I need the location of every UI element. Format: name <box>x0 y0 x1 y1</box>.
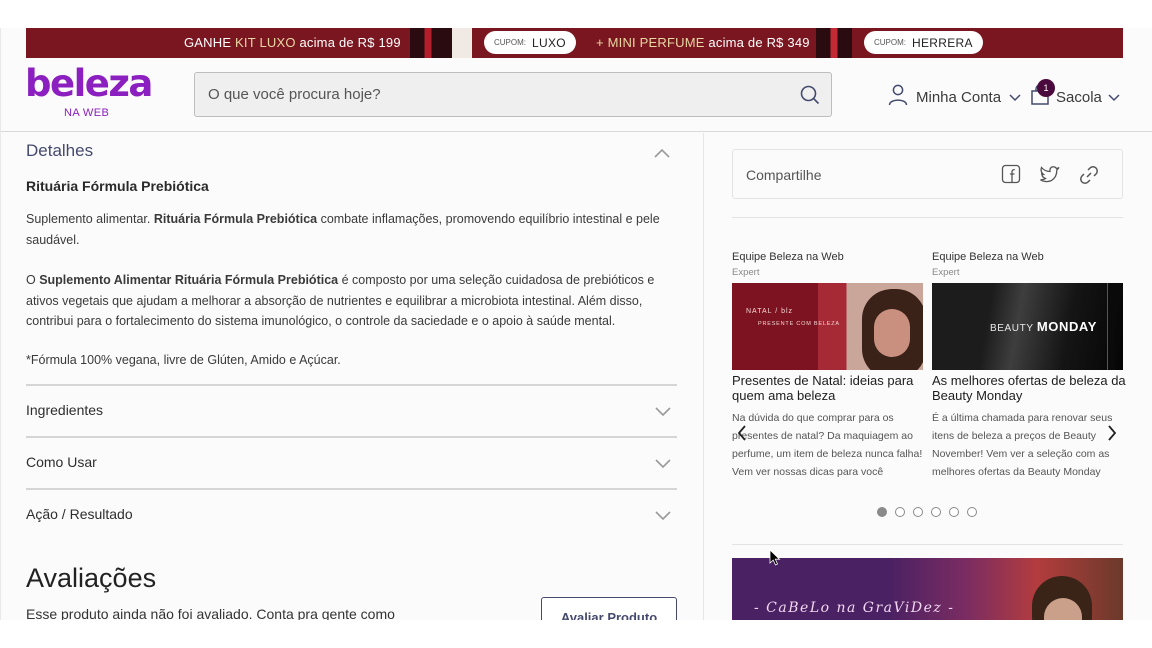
card-photo-product <box>1107 283 1115 370</box>
bag-count-badge: 1 <box>1037 79 1055 97</box>
promo-text: GANHE <box>184 35 236 50</box>
search-bar[interactable] <box>194 72 832 117</box>
card-image[interactable]: NATAL / blz PRESENTE COM BELEZA <box>732 283 923 370</box>
chevron-left-icon[interactable] <box>737 425 747 446</box>
account-label: Minha Conta <box>916 88 1002 106</box>
card-excerpt: Na dúvida do que comprar para os present… <box>732 412 923 478</box>
product-name: Rituária Fórmula Prebiótica <box>26 178 209 194</box>
hair-pregnancy-banner[interactable]: - CaBeLo na GraViDez - <box>732 558 1123 620</box>
description-bold: Suplemento Alimentar Rituária Fórmula Pr… <box>39 273 339 287</box>
description-text: O <box>26 273 40 287</box>
blog-card[interactable]: Equipe Beleza na Web Expert BEAUTY MONDA… <box>932 251 1126 478</box>
reviews-heading: Avaliações <box>26 563 157 593</box>
promo-highlight: + MINI PERFUME <box>596 35 705 50</box>
card-image-caption-part: BEAUTY <box>990 323 1037 334</box>
card-role: Expert <box>732 267 760 278</box>
coupon-badge[interactable]: CUPOM: HERRERA <box>864 31 983 54</box>
carousel-dot[interactable] <box>895 507 905 517</box>
description-bold: Rituária Fórmula Prebiótica <box>153 212 318 226</box>
promo-banner[interactable]: GANHE KIT LUXO acima de R$ 199 CUPOM: LUX… <box>26 28 1123 58</box>
chevron-down-icon <box>655 456 671 474</box>
blog-card[interactable]: Equipe Beleza na Web Expert NATAL / blz … <box>732 251 923 478</box>
search-input[interactable] <box>208 86 768 103</box>
details-heading[interactable]: Detalhes <box>26 141 93 161</box>
chevron-right-icon[interactable] <box>1107 425 1117 446</box>
card-author: Equipe Beleza na Web <box>732 251 844 263</box>
bag-label: Sacola <box>1056 88 1102 106</box>
carousel-dot[interactable] <box>931 507 941 517</box>
accordion-como-usar[interactable]: Como Usar <box>26 436 677 488</box>
share-label: Compartilhe <box>746 167 822 183</box>
divider <box>732 217 1123 218</box>
carousel-dot[interactable] <box>913 507 923 517</box>
coupon-key: CUPOM: <box>874 38 906 47</box>
card-image-caption: BEAUTY MONDAY <box>990 319 1097 334</box>
card-excerpt: É a última chamada para renovar seus ite… <box>932 412 1113 478</box>
coupon-badge[interactable]: CUPOM: LUXO <box>484 31 576 54</box>
user-icon <box>888 84 908 110</box>
accordion-ingredientes[interactable]: Ingredientes <box>26 384 677 436</box>
rate-product-button[interactable]: Avaliar Produto <box>541 597 677 620</box>
logo-subtitle: NA WEB <box>64 107 110 119</box>
facebook-icon[interactable] <box>1001 164 1021 189</box>
bag-menu[interactable]: 1 Sacola <box>1030 79 1120 110</box>
twitter-icon[interactable] <box>1039 164 1061 189</box>
promo-text: acima de R$ 349 <box>704 35 810 50</box>
carousel-dot[interactable] <box>967 507 977 517</box>
promo-text: acima de R$ 199 <box>295 35 401 50</box>
logo[interactable]: beleza <box>25 62 153 106</box>
carousel-dot[interactable] <box>949 507 959 517</box>
coupon-key: CUPOM: <box>494 38 526 47</box>
site-header: beleza NA WEB Minha Conta 1 Sacola <box>1 58 1152 132</box>
promo-message-1: GANHE KIT LUXO acima de R$ 199 <box>184 35 401 50</box>
card-title[interactable]: As melhores ofertas de beleza da Beauty … <box>932 373 1127 403</box>
banner-text: - CaBeLo na GraViDez - <box>754 600 955 616</box>
card-role: Expert <box>932 267 960 278</box>
card-photo-face <box>874 309 910 357</box>
card-author: Equipe Beleza na Web <box>932 251 1044 263</box>
chevron-down-icon <box>655 404 671 422</box>
description-paragraph: Suplemento alimentar. Rituária Fórmula P… <box>26 209 681 250</box>
mouse-cursor-icon <box>769 549 781 571</box>
chevron-up-icon[interactable] <box>654 145 670 163</box>
accordion-label: Ação / Resultado <box>26 506 133 522</box>
share-box: Compartilhe <box>732 149 1123 199</box>
reviews-empty-text: Esse produto ainda não foi avaliado. Con… <box>26 606 395 620</box>
search-icon[interactable] <box>800 85 820 109</box>
promo-product-image <box>410 28 458 58</box>
chevron-down-icon <box>655 508 671 526</box>
description-text: Suplemento alimentar. <box>26 212 154 226</box>
card-image[interactable]: BEAUTY MONDAY <box>932 283 1123 370</box>
card-image-caption: PRESENTE COM BELEZA <box>758 321 840 327</box>
promo-product-image <box>452 28 472 58</box>
promo-message-2: + MINI PERFUME acima de R$ 349 <box>596 35 810 50</box>
promo-highlight: KIT LUXO <box>235 35 296 50</box>
chevron-down-icon <box>1009 89 1021 106</box>
carousel-pagination <box>877 507 977 517</box>
accordion-acao-resultado[interactable]: Ação / Resultado <box>26 488 677 540</box>
link-icon[interactable] <box>1078 164 1100 191</box>
promo-product-image <box>816 28 852 58</box>
description-note: *Fórmula 100% vegana, livre de Glúten, A… <box>26 353 341 367</box>
card-image-caption: NATAL / blz <box>746 308 794 315</box>
coupon-code: LUXO <box>532 35 566 50</box>
accordion-label: Ingredientes <box>26 402 104 418</box>
account-menu[interactable]: Minha Conta <box>888 84 1021 110</box>
coupon-code: HERRERA <box>912 35 973 50</box>
card-image-caption-part: MONDAY <box>1036 319 1097 334</box>
product-details-column: Detalhes Rituária Fórmula Prebiótica Sup… <box>1 133 704 620</box>
accordion-label: Como Usar <box>26 454 97 470</box>
divider <box>732 544 1123 545</box>
browser-viewport: GANHE KIT LUXO acima de R$ 199 CUPOM: LUX… <box>0 28 1152 620</box>
description-paragraph: O Suplemento Alimentar Rituária Fórmula … <box>26 270 681 332</box>
carousel-dot[interactable] <box>877 507 887 517</box>
card-title[interactable]: Presentes de Natal: ideias para quem ama… <box>732 373 927 403</box>
chevron-down-icon <box>1108 89 1120 106</box>
